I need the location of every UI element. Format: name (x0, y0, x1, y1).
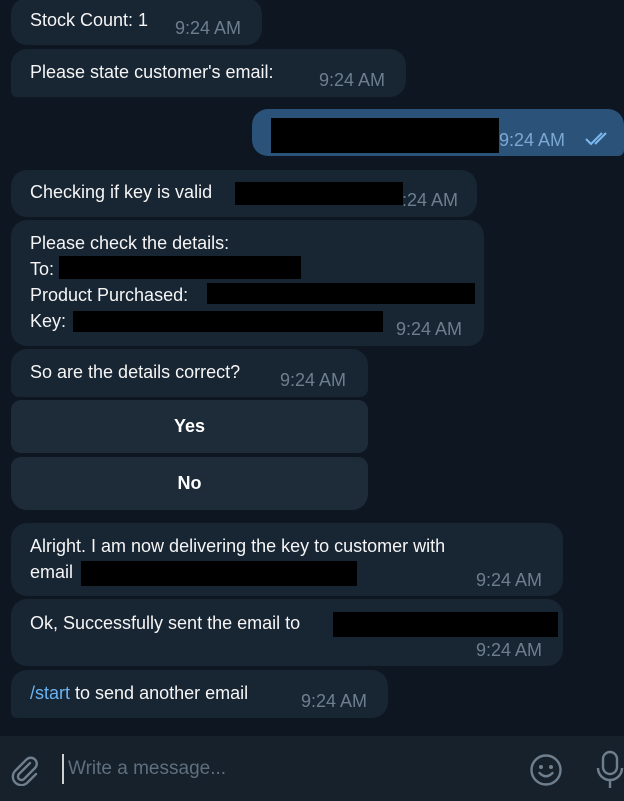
start-command-link[interactable]: /start (30, 683, 70, 703)
details-key-label: Key: (30, 311, 67, 331)
redacted-recipient (59, 256, 301, 279)
redacted-key (73, 311, 383, 332)
details-to-label: To: (30, 259, 55, 279)
message-start: /start to send another email 9:24 AM (11, 670, 388, 718)
message-confirm: So are the details correct? 9:24 AM (11, 349, 368, 397)
message-outgoing-email: 9:24 AM (252, 109, 624, 156)
message-text: Checking if key is valid (30, 182, 213, 202)
message-text: Please state customer's email: (30, 62, 274, 82)
message-text: So are the details correct? (30, 362, 241, 382)
message-checking-key: Checking if key is valid :24 AM (11, 170, 477, 217)
message-time: 9:24 AM (396, 319, 463, 339)
redacted-email (271, 118, 499, 153)
message-time: :24 AM (402, 190, 459, 210)
paperclip-icon[interactable] (8, 754, 40, 786)
message-text: Stock Count: 1 (30, 10, 149, 30)
message-text: Ok, Successfully sent the email to (30, 613, 301, 633)
redacted-product (207, 283, 475, 304)
message-time: 9:24 AM (301, 691, 368, 711)
no-button[interactable]: No (11, 457, 368, 510)
message-time: 9:24 AM (280, 370, 347, 390)
redacted-email (333, 612, 558, 637)
message-stock-count: Stock Count: 1 9:24 AM (11, 0, 262, 45)
message-time: 9:24 AM (319, 70, 386, 90)
message-composer: Write a message... (0, 736, 624, 801)
start-message-text: to send another email (70, 683, 249, 703)
message-input[interactable]: Write a message... (62, 754, 502, 784)
redacted-key (235, 182, 403, 205)
message-time: 9:24 AM (499, 130, 566, 150)
emoji-icon[interactable] (529, 753, 563, 787)
microphone-icon[interactable] (596, 750, 624, 790)
chat-history[interactable]: Stock Count: 1 9:24 AM Please state cust… (0, 0, 624, 736)
redacted-email (81, 561, 357, 586)
message-time: 9:24 AM (476, 570, 543, 590)
yes-button[interactable]: Yes (11, 400, 368, 453)
message-text: /start to send another email (30, 680, 248, 706)
details-heading: Please check the details: (30, 233, 230, 253)
double-check-icon (585, 132, 607, 146)
message-text-line2: email (30, 562, 74, 582)
message-ask-email: Please state customer's email: 9:24 AM (11, 49, 406, 97)
message-delivering: Alright. I am now delivering the key to … (11, 523, 563, 596)
message-details: Please check the details: To: Product Pu… (11, 220, 484, 346)
details-product-label: Product Purchased: (30, 285, 189, 305)
message-text-line1: Alright. I am now delivering the key to … (30, 536, 446, 556)
message-sent: Ok, Successfully sent the email to 9:24 … (11, 599, 563, 666)
message-time: 9:24 AM (476, 640, 543, 660)
message-time: 9:24 AM (175, 18, 242, 38)
